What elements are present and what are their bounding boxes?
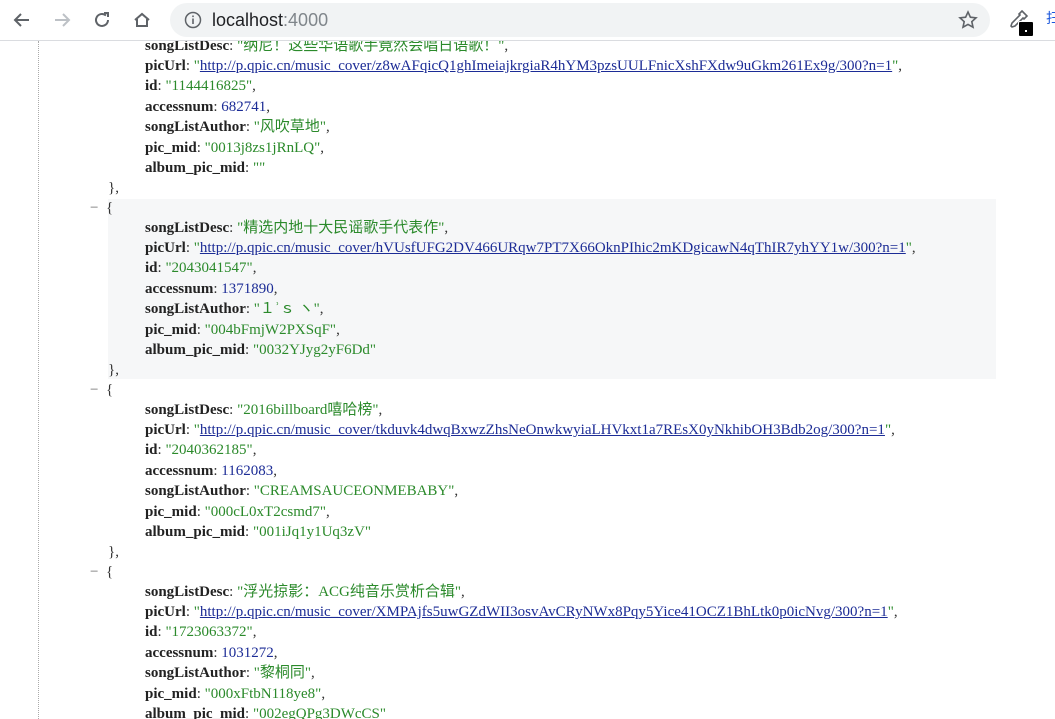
json-line: pic_mid: "004bFmjW2PXSqF",: [145, 322, 340, 338]
json-line: songListAuthor: "CREAMSAUCEONMEBABY",: [145, 483, 459, 499]
json-line: accessnum: 682741,: [145, 99, 270, 115]
pic-url-link[interactable]: http://p.qpic.cn/music_cover/hVUsfUFG2DV…: [200, 240, 906, 256]
json-line: pic_mid: "000cL0xT2csmd7",: [145, 504, 330, 520]
json-line: id: "1144416825",: [145, 78, 256, 94]
json-line: id: "2040362185",: [145, 442, 257, 458]
hovered-object-highlight-tail: [130, 359, 996, 379]
json-line: songListAuthor: "黎桐同",: [145, 665, 315, 681]
pic-url-link[interactable]: http://p.qpic.cn/music_cover/tkduvk4dwqB…: [200, 422, 885, 438]
json-line: album_pic_mid: "": [145, 160, 266, 176]
arrow-left-icon: [13, 13, 29, 27]
json-line: − {: [90, 564, 114, 580]
extension-badge: [1018, 21, 1034, 37]
json-line: accessnum: 1162083,: [145, 463, 277, 479]
json-line: songListAuthor: "风吹草地",: [145, 119, 330, 135]
pic-url-link[interactable]: http://p.qpic.cn/music_cover/XMPAjfs5uwG…: [200, 604, 888, 620]
json-line: songListDesc: "2016billboard嘻哈榜",: [145, 402, 383, 418]
collapse-toggle[interactable]: −: [90, 200, 98, 216]
json-line: songListDesc: "纳尼！这些华语歌手竟然会唱日语歌！",: [145, 41, 509, 54]
json-line: picUrl: "http://p.qpic.cn/music_cover/z8…: [145, 58, 903, 74]
close-brace: },: [108, 362, 119, 378]
home-button[interactable]: [126, 4, 158, 36]
url-port: :4000: [283, 10, 329, 30]
json-line: − {: [90, 200, 114, 216]
info-icon[interactable]: [184, 11, 202, 29]
indent-guide: [38, 41, 39, 719]
address-bar[interactable]: localhost:4000: [170, 3, 990, 37]
json-line: songListAuthor: "１ʾｓ ヽ",: [145, 301, 324, 317]
json-line: id: "1723063372",: [145, 624, 257, 640]
json-line: accessnum: 1031272,: [145, 645, 278, 661]
back-button[interactable]: [6, 4, 38, 36]
json-line: id: "2043041547",: [145, 260, 257, 276]
extension-icon-partial[interactable]: 扫: [1046, 8, 1055, 30]
bookmark-star-icon[interactable]: [958, 10, 978, 30]
close-brace: },: [108, 544, 119, 560]
json-line: − {: [90, 382, 114, 398]
json-line: album_pic_mid: "001iJq1y1Uq3zV": [145, 524, 372, 540]
collapse-toggle[interactable]: −: [90, 382, 98, 398]
home-icon: [134, 12, 150, 27]
json-line: pic_mid: "0013j8zs1jRnLQ",: [145, 140, 324, 156]
json-line: picUrl: "http://p.qpic.cn/music_cover/hV…: [145, 240, 916, 256]
json-viewer: songListDesc: "纳尼！这些华语歌手竟然会唱日语歌！", picUr…: [0, 41, 1055, 719]
json-line: picUrl: "http://p.qpic.cn/music_cover/tk…: [145, 422, 895, 438]
json-line: pic_mid: "000xFtbN118ye8",: [145, 686, 326, 702]
json-line: accessnum: 1371890,: [145, 281, 278, 297]
reload-icon: [95, 12, 109, 27]
url-host: localhost: [212, 10, 284, 30]
json-line: songListDesc: "浮光掠影：ACG纯音乐赏析合辑",: [145, 584, 465, 600]
reload-button[interactable]: [86, 4, 118, 36]
json-line: songListDesc: "精选内地十大民谣歌手代表作",: [145, 220, 449, 236]
close-brace: },: [108, 180, 119, 196]
json-line: album_pic_mid: "0032YJyg2yF6Dd": [145, 342, 377, 358]
arrow-right-icon: [55, 13, 71, 27]
pic-url-link[interactable]: http://p.qpic.cn/music_cover/z8wAFqicQ1g…: [200, 58, 892, 74]
browser-toolbar: localhost:4000 扫: [0, 0, 1055, 41]
json-line: album_pic_mid: "002egQPg3DWcCS": [145, 706, 387, 719]
forward-button[interactable]: [46, 4, 78, 36]
collapse-toggle[interactable]: −: [90, 564, 98, 580]
url-text[interactable]: localhost:4000: [212, 9, 328, 31]
json-line: picUrl: "http://p.qpic.cn/music_cover/XM…: [145, 604, 898, 620]
